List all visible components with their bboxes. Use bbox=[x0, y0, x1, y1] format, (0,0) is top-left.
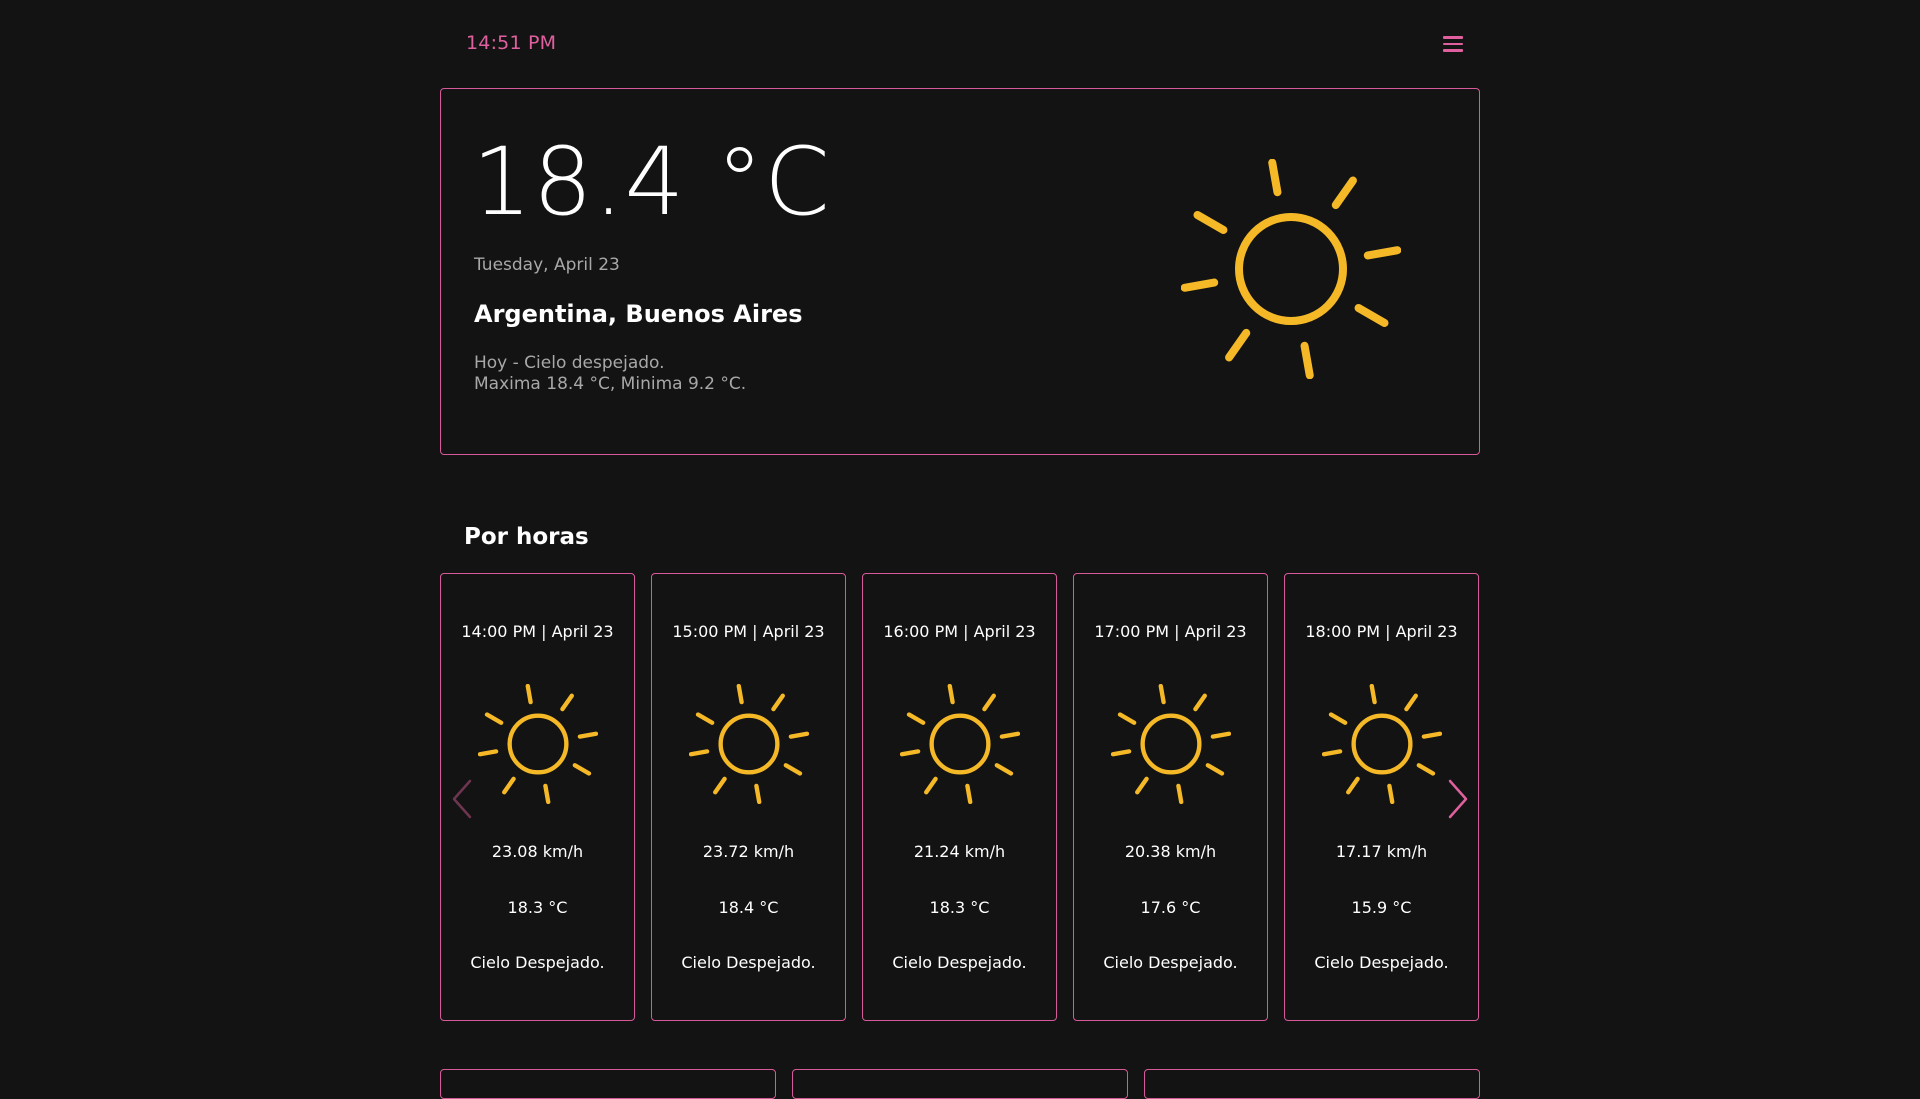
hourly-time: 15:00 PM | April 23 bbox=[672, 622, 825, 641]
sun-icon bbox=[688, 683, 810, 805]
current-date: Tuesday, April 23 bbox=[474, 255, 620, 275]
chevron-left-icon[interactable] bbox=[450, 777, 476, 821]
hourly-description: Cielo Despejado. bbox=[470, 953, 605, 972]
hourly-section-title: Por horas bbox=[464, 524, 589, 550]
sun-icon bbox=[1180, 158, 1402, 380]
current-summary: Hoy - Cielo despejado. Maxima 18.4 °C, M… bbox=[474, 353, 746, 395]
hourly-temperature: 18.3 °C bbox=[929, 898, 990, 917]
top-bar: 14:51 PM bbox=[440, 0, 1480, 88]
hourly-card: 15:00 PM | April 23 23.72 km/h 18.4 °C C… bbox=[651, 573, 846, 1021]
detail-card bbox=[440, 1069, 776, 1099]
summary-min-max: Maxima 18.4 °C, Minima 9.2 °C. bbox=[474, 374, 747, 394]
sun-icon bbox=[1110, 683, 1232, 805]
sun-icon bbox=[899, 683, 1021, 805]
hourly-card: 17:00 PM | April 23 20.38 km/h 17.6 °C C… bbox=[1073, 573, 1268, 1021]
hourly-time: 17:00 PM | April 23 bbox=[1094, 622, 1247, 641]
clock: 14:51 PM bbox=[466, 32, 557, 54]
hourly-description: Cielo Despejado. bbox=[892, 953, 1027, 972]
hourly-wind: 20.38 km/h bbox=[1124, 842, 1217, 861]
current-temperature: 18.4 °C bbox=[472, 128, 831, 237]
hourly-temperature: 15.9 °C bbox=[1351, 898, 1412, 917]
detail-card bbox=[792, 1069, 1128, 1099]
hourly-time: 16:00 PM | April 23 bbox=[883, 622, 1036, 641]
hourly-description: Cielo Despejado. bbox=[681, 953, 816, 972]
hamburger-menu-icon[interactable] bbox=[1438, 30, 1468, 58]
current-weather-card: 18.4 °C Tuesday, April 23 Argentina, Bue… bbox=[440, 88, 1480, 455]
current-location: Argentina, Buenos Aires bbox=[474, 300, 803, 328]
hourly-wind: 21.24 km/h bbox=[913, 842, 1006, 861]
hourly-time: 14:00 PM | April 23 bbox=[461, 622, 614, 641]
hourly-card: 16:00 PM | April 23 21.24 km/h 18.3 °C C… bbox=[862, 573, 1057, 1021]
hourly-description: Cielo Despejado. bbox=[1314, 953, 1449, 972]
chevron-right-icon[interactable] bbox=[1444, 777, 1470, 821]
detail-card bbox=[1144, 1069, 1480, 1099]
hourly-temperature: 18.3 °C bbox=[507, 898, 568, 917]
hourly-temperature: 17.6 °C bbox=[1140, 898, 1201, 917]
hourly-wind: 23.72 km/h bbox=[702, 842, 795, 861]
summary-condition: Hoy - Cielo despejado. bbox=[474, 353, 665, 373]
hourly-temperature: 18.4 °C bbox=[718, 898, 779, 917]
sun-icon bbox=[1321, 683, 1443, 805]
app-container: 14:51 PM 18.4 °C Tuesday, April 23 Argen… bbox=[440, 0, 1480, 1099]
hourly-description: Cielo Despejado. bbox=[1103, 953, 1238, 972]
hourly-forecast-list: 14:00 PM | April 23 23.08 km/h 18.3 °C C… bbox=[440, 573, 1480, 1021]
hourly-time: 18:00 PM | April 23 bbox=[1305, 622, 1458, 641]
hourly-wind: 17.17 km/h bbox=[1335, 842, 1428, 861]
hourly-wind: 23.08 km/h bbox=[491, 842, 584, 861]
sun-icon bbox=[477, 683, 599, 805]
